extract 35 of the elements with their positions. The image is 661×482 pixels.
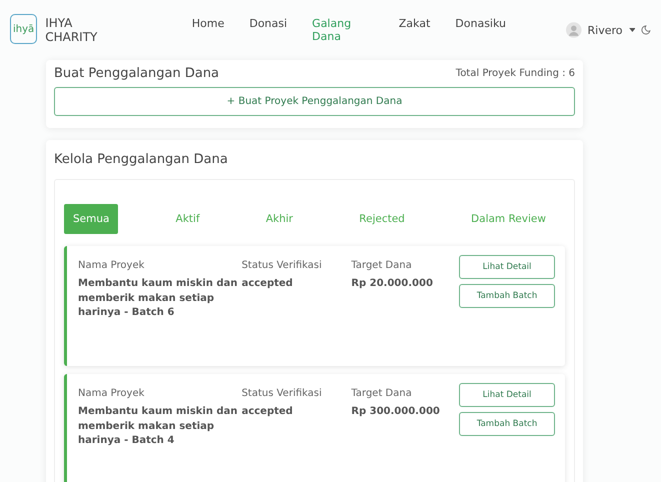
filter-tab[interactable]: Semua (64, 204, 118, 234)
filter-tab[interactable]: Aktif (166, 204, 209, 234)
outline-button[interactable]: Tambah Batch (459, 412, 556, 436)
nav-link[interactable]: Home (192, 17, 224, 43)
field-label: Nama Proyek (78, 260, 146, 271)
brand-name: IHYA CHARITY (45, 16, 98, 44)
user-name[interactable]: Rivero (588, 24, 622, 36)
status-value: accepted (242, 405, 294, 419)
filter-tab[interactable]: Dalam Review (462, 204, 555, 234)
outline-button[interactable]: Tambah Batch (459, 284, 556, 308)
target-value: Rp 300.000.000 (351, 405, 441, 419)
field-label: Status Verifikasi (242, 388, 323, 399)
nav-link[interactable]: Donasiku (455, 17, 506, 43)
outline-button[interactable]: Lihat Detail (459, 383, 556, 407)
field-label: Nama Proyek (78, 388, 146, 399)
nav-link[interactable]: Donasi (249, 17, 288, 43)
field-label: Target Dana (351, 388, 413, 399)
status-value: accepted (242, 277, 294, 291)
create-project-button[interactable]: + Buat Proyek Penggalangan Dana (54, 87, 575, 116)
nav-link[interactable]: Zakat (398, 17, 430, 43)
card-title: Kelola Penggalangan Dana (54, 152, 228, 167)
nav-link[interactable]: Galang Dana (312, 17, 374, 43)
filter-tab[interactable]: Rejected (350, 204, 414, 234)
target-value: Rp 20.000.000 (351, 277, 434, 291)
project-name: Membantu kaum miskin dan memberik makan setiap harinya - Batch 6 (78, 277, 238, 320)
project-name: Membantu kaum miskin dan memberik makan setiap harinya - Batch 4 (78, 405, 238, 448)
caret-icon[interactable] (628, 28, 636, 32)
field-label: Target Dana (351, 260, 413, 271)
logo[interactable]: ihyā (10, 14, 38, 44)
total-count: Total Proyek Funding : 6 (456, 68, 575, 79)
moon-icon[interactable] (641, 25, 651, 35)
field-label: Status Verifikasi (242, 260, 323, 271)
outline-button[interactable]: Lihat Detail (459, 255, 556, 279)
card-title: Buat Penggalangan Dana (54, 66, 220, 81)
filter-tab[interactable]: Akhir (256, 204, 302, 234)
